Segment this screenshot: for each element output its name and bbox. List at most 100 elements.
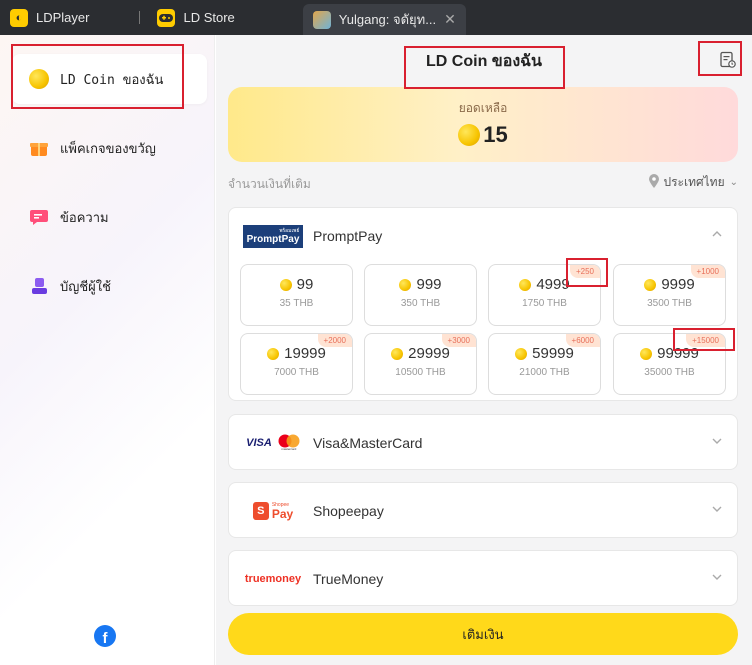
payment-method-header: VISA mastercard Visa&MasterCard bbox=[229, 415, 737, 471]
package-coins: 999 bbox=[365, 276, 476, 293]
coin-package[interactable]: +3000 29999 10500 THB bbox=[364, 333, 477, 395]
package-coins: 19999 bbox=[241, 345, 352, 362]
mastercard-logo-text: mastercard bbox=[281, 447, 297, 451]
ldplayer-icon: ◐ bbox=[10, 8, 28, 27]
country-selector[interactable]: ประเทศไทย ⌄ bbox=[649, 173, 738, 192]
coin-package[interactable]: +1000 9999 3500 THB bbox=[613, 264, 726, 326]
coin-icon bbox=[267, 347, 280, 360]
promptpay-logo-box: พร้อมเพย์ PromptPay bbox=[242, 224, 304, 248]
package-coins-value: 59999 bbox=[532, 345, 574, 362]
history-icon[interactable] bbox=[719, 51, 737, 69]
tab-ldplayer[interactable]: ◐ LDPlayer bbox=[0, 0, 99, 35]
country-label: ประเทศไทย bbox=[663, 175, 725, 189]
bonus-badge: +6000 bbox=[565, 334, 600, 347]
bonus-badge: +2000 bbox=[317, 334, 352, 347]
sidebar-item-label: ข้อความ bbox=[60, 210, 109, 226]
coin-icon bbox=[515, 347, 528, 360]
visa-logo-text: VISA bbox=[246, 437, 272, 449]
location-pin-icon bbox=[649, 174, 660, 191]
coin-icon bbox=[458, 124, 481, 146]
shopeepay-logo: S Shopee Pay bbox=[243, 499, 303, 523]
payment-method-header: S Shopee Pay Shopeepay bbox=[229, 483, 737, 539]
visa-mastercard-logo: VISA mastercard bbox=[243, 431, 303, 455]
package-coins: 4999 bbox=[489, 276, 600, 293]
payment-method-name: Shopeepay bbox=[313, 503, 384, 519]
game-thumbnail-icon bbox=[312, 10, 331, 29]
package-price: 10500 THB bbox=[395, 367, 446, 378]
sidebar-item-ld-coin[interactable]: LD Coin ของฉัน bbox=[12, 54, 207, 104]
balance-amount: 15 bbox=[483, 122, 508, 147]
sidebar-item-messages[interactable]: ข้อความ bbox=[12, 192, 207, 242]
package-coins: 29999 bbox=[365, 345, 476, 362]
coin-icon bbox=[28, 68, 50, 90]
sidebar-item-label: LD Coin ของฉัน bbox=[60, 72, 164, 88]
main-panel: LD Coin ของฉัน ยอดเหลือ 15 จำนวนเงินที่เ… bbox=[216, 35, 752, 665]
package-coins: 99 bbox=[241, 276, 352, 293]
package-coins-value: 29999 bbox=[408, 345, 450, 362]
coin-icon bbox=[644, 278, 657, 291]
chevron-down-icon bbox=[711, 571, 723, 583]
sidebar-item-account[interactable]: บัญชีผู้ใช้ bbox=[12, 261, 207, 311]
coin-package[interactable]: +15000 99999 35000 THB bbox=[613, 333, 726, 395]
package-coins-value: 9999 bbox=[661, 276, 695, 293]
payment-method-name: PromptPay bbox=[313, 228, 383, 244]
payment-method-header[interactable]: พร้อมเพย์ PromptPay PromptPay bbox=[229, 208, 737, 264]
chevron-down-icon bbox=[711, 435, 723, 447]
tab-label: Yulgang: จดัยุท... bbox=[338, 12, 437, 27]
bonus-badge: +15000 bbox=[686, 334, 725, 347]
user-icon bbox=[28, 275, 50, 297]
tab-bar: ◐ LDPlayer LD Store Yulgang: จดัยุท... ✕ bbox=[0, 0, 752, 35]
package-coins: 59999 bbox=[489, 345, 600, 362]
package-price: 3500 THB bbox=[647, 298, 692, 309]
coin-package[interactable]: +6000 59999 21000 THB bbox=[488, 333, 601, 395]
sidebar: LD Coin ของฉัน แพ็คเกจของขวัญ ข้อความ บั… bbox=[0, 35, 215, 665]
shopeepay-logo-wordmark: Shopee Pay bbox=[272, 502, 293, 521]
gift-icon bbox=[28, 137, 50, 159]
package-coins-value: 99999 bbox=[657, 345, 699, 362]
coin-icon bbox=[640, 347, 653, 360]
tab-label: LD Store bbox=[183, 10, 235, 25]
payment-method-name: Visa&MasterCard bbox=[313, 435, 423, 451]
mastercard-icon: mastercard bbox=[278, 434, 300, 452]
payment-method-visa-mastercard[interactable]: VISA mastercard Visa&MasterCard bbox=[228, 414, 738, 470]
coin-icon bbox=[399, 278, 412, 291]
facebook-icon[interactable]: f bbox=[94, 625, 116, 647]
facebook-glyph: f bbox=[102, 630, 108, 647]
truemoney-logo: truemoney bbox=[243, 567, 303, 591]
package-price: 35000 THB bbox=[644, 367, 695, 378]
chevron-down-icon: ⌄ bbox=[729, 177, 738, 188]
coin-package[interactable]: +2000 19999 7000 THB bbox=[240, 333, 353, 395]
bonus-badge: +1000 bbox=[690, 265, 725, 278]
coin-icon bbox=[391, 347, 404, 360]
package-price: 7000 THB bbox=[274, 367, 319, 378]
sidebar-item-gift-package[interactable]: แพ็คเกจของขวัญ bbox=[12, 123, 207, 173]
chevron-up-icon bbox=[711, 228, 723, 240]
package-price: 21000 THB bbox=[519, 367, 570, 378]
tab-yulgang[interactable]: Yulgang: จดัยุท... ✕ bbox=[302, 4, 466, 35]
tab-ld-store[interactable]: LD Store bbox=[139, 0, 244, 35]
message-icon bbox=[28, 206, 50, 228]
page-title: LD Coin ของฉัน bbox=[426, 53, 542, 70]
package-coins: 99999 bbox=[614, 345, 725, 362]
coin-package[interactable]: 99 35 THB bbox=[240, 264, 353, 326]
payment-method-name: TrueMoney bbox=[313, 571, 384, 587]
bonus-badge: +3000 bbox=[441, 334, 476, 347]
payment-method-shopeepay[interactable]: S Shopee Pay Shopeepay bbox=[228, 482, 738, 538]
package-coins-value: 19999 bbox=[284, 345, 326, 362]
payment-method-header: truemoney TrueMoney bbox=[229, 551, 737, 607]
chevron-down-icon bbox=[711, 503, 723, 515]
coin-icon bbox=[279, 278, 292, 291]
payment-method-truemoney[interactable]: truemoney TrueMoney bbox=[228, 550, 738, 606]
package-coins: 9999 bbox=[614, 276, 725, 293]
top-up-button[interactable]: เติมเงิน bbox=[228, 613, 738, 655]
sidebar-item-label: แพ็คเกจของขวัญ bbox=[60, 141, 156, 157]
sidebar-item-label: บัญชีผู้ใช้ bbox=[60, 279, 111, 295]
tab-label: LDPlayer bbox=[36, 10, 90, 25]
promptpay-logo-text: PromptPay bbox=[246, 233, 300, 245]
coin-package[interactable]: +250 4999 1750 THB bbox=[488, 264, 601, 326]
package-price: 1750 THB bbox=[522, 298, 567, 309]
coin-package[interactable]: 999 350 THB bbox=[364, 264, 477, 326]
package-coins-value: 999 bbox=[416, 276, 442, 293]
close-icon[interactable]: ✕ bbox=[444, 11, 456, 28]
bonus-badge: +250 bbox=[569, 265, 600, 278]
